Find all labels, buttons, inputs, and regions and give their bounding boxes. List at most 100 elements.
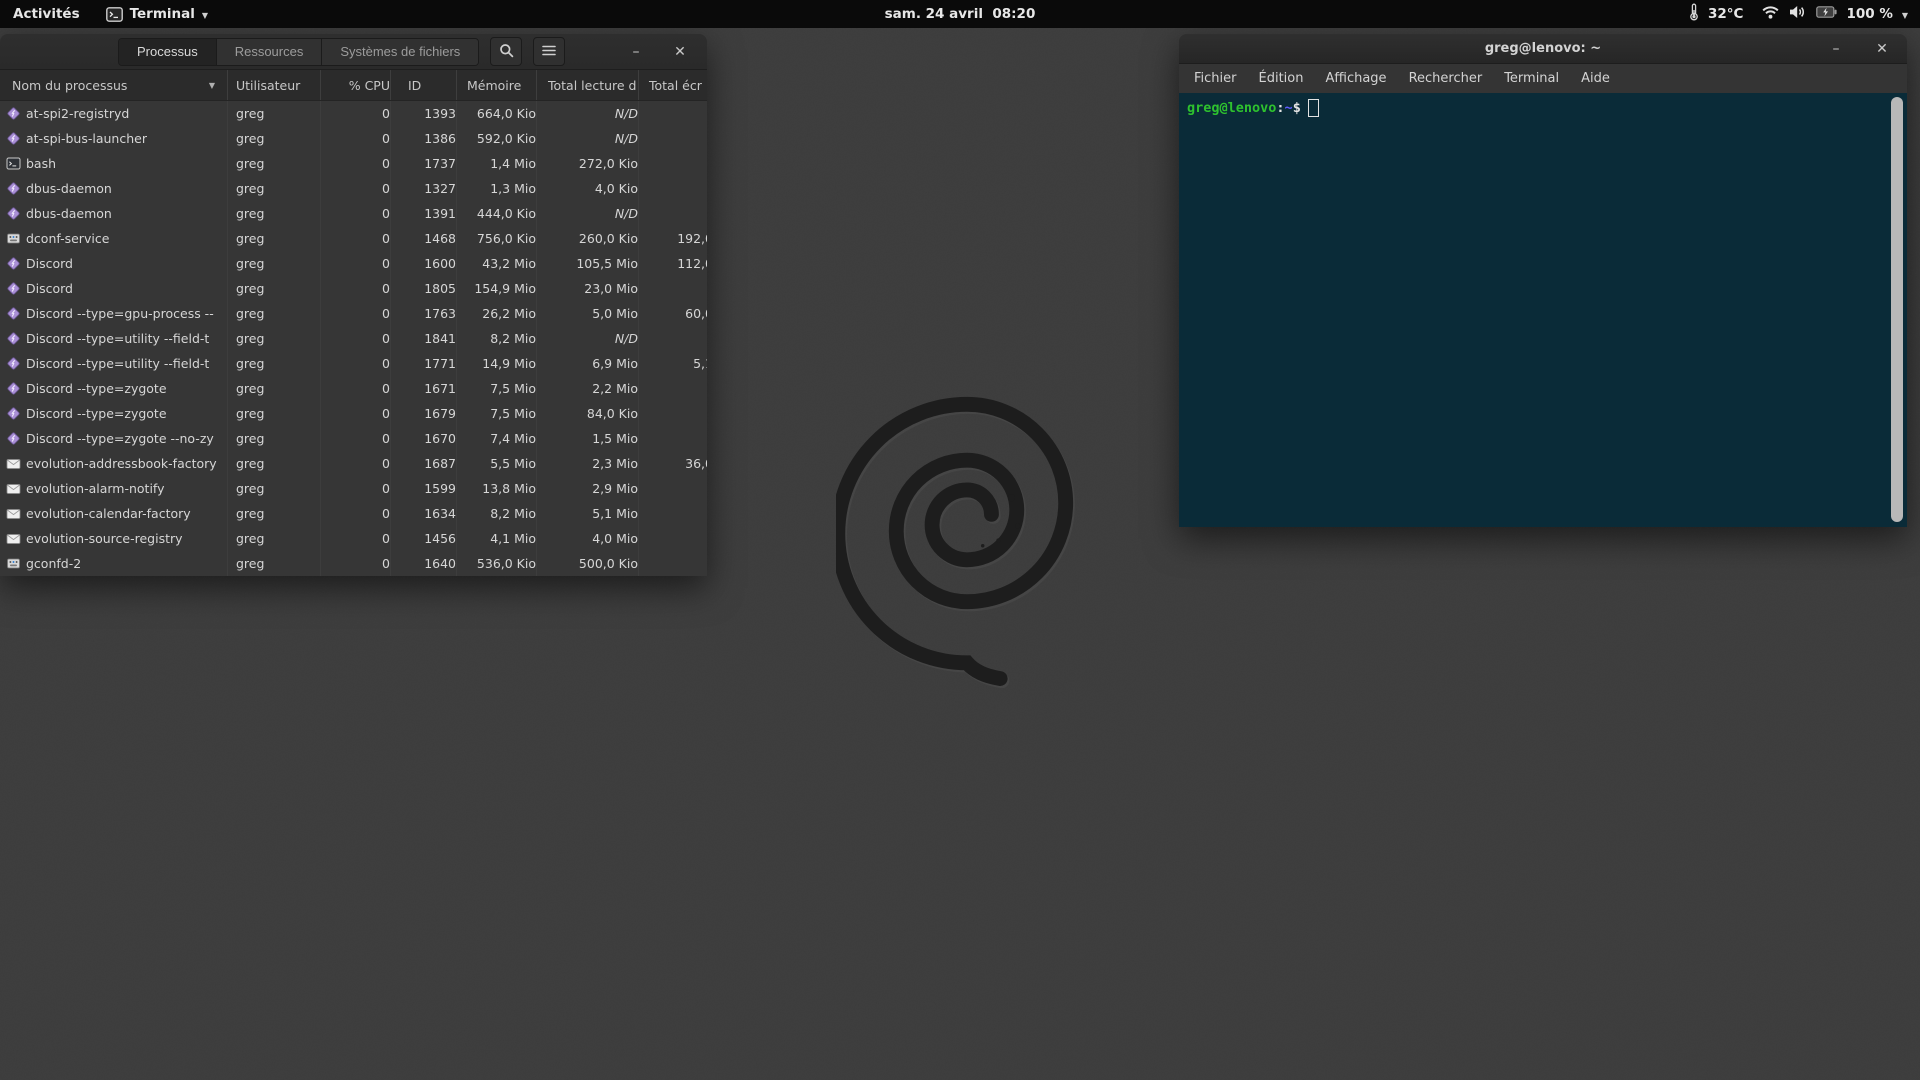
close-button[interactable]: ✕ <box>669 41 691 63</box>
minimize-button[interactable]: – <box>625 41 647 63</box>
process-memory-cell: 1,4 Mio <box>456 151 536 176</box>
process-memory-cell: 14,9 Mio <box>456 351 536 376</box>
process-user-cell: greg <box>227 526 320 551</box>
table-row[interactable]: Discord --type=gpu-process --greg0176326… <box>0 301 707 326</box>
column-header-memory[interactable]: Mémoire <box>456 70 536 100</box>
table-row[interactable]: Discord --type=utility --field-tgreg0177… <box>0 351 707 376</box>
process-cpu-cell: 0 <box>320 476 390 501</box>
process-id-cell: 1634 <box>390 501 456 526</box>
process-memory-cell: 13,8 Mio <box>456 476 536 501</box>
activities-button[interactable]: Activités <box>0 0 93 28</box>
process-read-cell: 2,3 Mio <box>536 451 638 476</box>
process-id-cell: 1763 <box>390 301 456 326</box>
process-write-cell <box>638 151 707 176</box>
process-memory-cell: 444,0 Kio <box>456 201 536 226</box>
column-header-write[interactable]: Total écr <box>638 70 707 100</box>
process-user-cell: greg <box>227 301 320 326</box>
process-id-cell: 1841 <box>390 326 456 351</box>
table-row[interactable]: dbus-daemongreg01391444,0 KioN/D <box>0 201 707 226</box>
table-row[interactable]: evolution-source-registrygreg014564,1 Mi… <box>0 526 707 551</box>
table-row[interactable]: Discordgreg01805154,9 Mio23,0 Mio <box>0 276 707 301</box>
search-icon <box>499 43 514 61</box>
process-id-cell: 1737 <box>390 151 456 176</box>
mail-icon <box>6 507 21 520</box>
search-button[interactable] <box>490 37 522 66</box>
process-read-cell: 272,0 Kio <box>536 151 638 176</box>
table-row[interactable]: Discordgreg0160043,2 Mio105,5 Mio112,0 <box>0 251 707 276</box>
process-id-cell: 1600 <box>390 251 456 276</box>
table-row[interactable]: Discord --type=zygote --no-zygreg016707,… <box>0 426 707 451</box>
keys-icon <box>6 556 21 571</box>
process-read-cell: N/D <box>536 101 638 126</box>
process-write-cell <box>638 126 707 151</box>
menu-terminal[interactable]: Terminal <box>1493 67 1570 90</box>
process-id-cell: 1386 <box>390 126 456 151</box>
process-read-cell: 5,1 Mio <box>536 501 638 526</box>
process-read-cell: 105,5 Mio <box>536 251 638 276</box>
process-read-cell: 4,0 Mio <box>536 526 638 551</box>
process-user-cell: greg <box>227 226 320 251</box>
process-read-cell: N/D <box>536 201 638 226</box>
tab-systemes-de-fichiers[interactable]: Systèmes de fichiers <box>322 39 478 65</box>
table-row[interactable]: Discord --type=zygotegreg016717,5 Mio2,2… <box>0 376 707 401</box>
table-row[interactable]: at-spi-bus-launchergreg01386592,0 KioN/D <box>0 126 707 151</box>
terminal-scrollbar[interactable] <box>1891 97 1903 522</box>
terminal-titlebar[interactable]: greg@lenovo: ~ – ✕ <box>1179 34 1907 64</box>
process-write-cell <box>638 376 707 401</box>
table-row[interactable]: dconf-servicegreg01468756,0 Kio260,0 Kio… <box>0 226 707 251</box>
column-header-user[interactable]: Utilisateur <box>227 70 320 100</box>
tab-ressources[interactable]: Ressources <box>217 39 323 65</box>
terminal-app-icon <box>106 7 123 22</box>
top-bar: Activités Terminal ▼ sam. 24 avril 08:20… <box>0 0 1920 28</box>
system-status-area[interactable]: 32°C 100 % ▼ <box>1677 0 1920 28</box>
table-row[interactable]: dbus-daemongreg013271,3 Mio4,0 Kio <box>0 176 707 201</box>
process-cpu-cell: 0 <box>320 251 390 276</box>
clock[interactable]: sam. 24 avril 08:20 <box>872 0 1049 28</box>
column-header-name[interactable]: Nom du processus ▼ <box>0 70 227 100</box>
focused-app-menu[interactable]: Terminal ▼ <box>93 0 221 28</box>
shell-prompt: greg@lenovo:~$ <box>1187 99 1319 117</box>
process-id-cell: 1468 <box>390 226 456 251</box>
process-read-cell: 500,0 Kio <box>536 551 638 576</box>
column-header-cpu[interactable]: % CPU <box>320 70 390 100</box>
column-header-id[interactable]: ID <box>390 70 456 100</box>
table-row[interactable]: Discord --type=utility --field-tgreg0184… <box>0 326 707 351</box>
process-cpu-cell: 0 <box>320 126 390 151</box>
process-cpu-cell: 0 <box>320 451 390 476</box>
process-name-cell: Discord --type=gpu-process -- <box>0 301 227 326</box>
tab-processus[interactable]: Processus <box>119 39 217 65</box>
process-memory-cell: 5,5 Mio <box>456 451 536 476</box>
table-row[interactable]: at-spi2-registrydgreg01393664,0 KioN/D <box>0 101 707 126</box>
process-id-cell: 1599 <box>390 476 456 501</box>
table-row[interactable]: Discord --type=zygotegreg016797,5 Mio84,… <box>0 401 707 426</box>
process-memory-cell: 154,9 Mio <box>456 276 536 301</box>
terminal-close-button[interactable]: ✕ <box>1871 38 1893 60</box>
prompt-separator: : <box>1276 100 1284 116</box>
menu-affichage[interactable]: Affichage <box>1314 67 1397 90</box>
menu-rechercher[interactable]: Rechercher <box>1398 67 1494 90</box>
process-cpu-cell: 0 <box>320 101 390 126</box>
process-memory-cell: 7,5 Mio <box>456 401 536 426</box>
menu-button[interactable] <box>533 37 565 66</box>
table-row[interactable]: evolution-addressbook-factorygreg016875,… <box>0 451 707 476</box>
process-memory-cell: 8,2 Mio <box>456 326 536 351</box>
process-name-cell: Discord <box>0 251 227 276</box>
menu-edition[interactable]: Édition <box>1248 67 1315 90</box>
status-chevron-down-icon: ▼ <box>1902 11 1908 20</box>
process-read-cell: 6,9 Mio <box>536 351 638 376</box>
column-header-read[interactable]: Total lecture d <box>536 70 638 100</box>
process-table-header[interactable]: Nom du processus ▼ Utilisateur % CPU ID … <box>0 70 707 101</box>
menu-fichier[interactable]: Fichier <box>1183 67 1248 90</box>
battery-label: 100 % <box>1846 6 1892 22</box>
process-user-cell: greg <box>227 426 320 451</box>
terminal-minimize-button[interactable]: – <box>1825 38 1847 60</box>
process-memory-cell: 7,5 Mio <box>456 376 536 401</box>
menu-aide[interactable]: Aide <box>1570 67 1621 90</box>
process-id-cell: 1679 <box>390 401 456 426</box>
table-row[interactable]: evolution-alarm-notifygreg0159913,8 Mio2… <box>0 476 707 501</box>
process-user-cell: greg <box>227 551 320 576</box>
table-row[interactable]: gconfd-2greg01640536,0 Kio500,0 Kio <box>0 551 707 576</box>
table-row[interactable]: bashgreg017371,4 Mio272,0 Kio <box>0 151 707 176</box>
terminal-content[interactable]: greg@lenovo:~$ <box>1179 93 1907 527</box>
table-row[interactable]: evolution-calendar-factorygreg016348,2 M… <box>0 501 707 526</box>
